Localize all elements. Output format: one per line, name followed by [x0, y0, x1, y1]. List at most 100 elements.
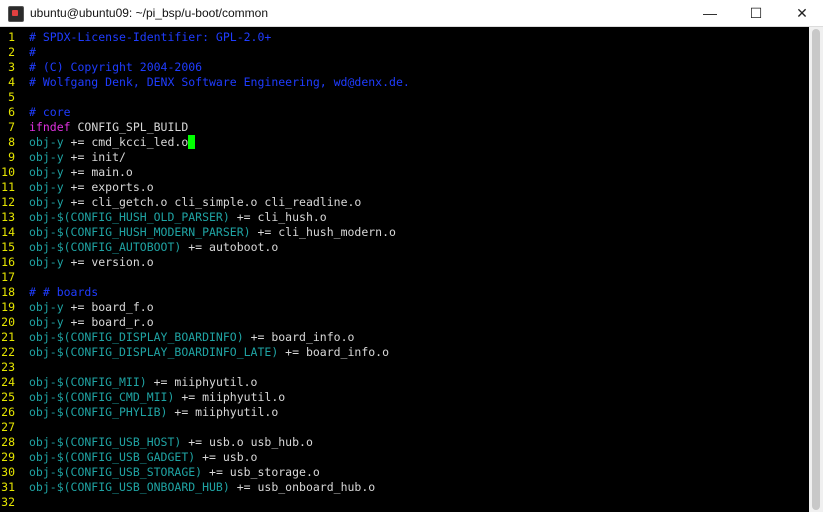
line-number: 30	[1, 465, 15, 479]
code-variable: obj-y	[29, 300, 64, 314]
vertical-scrollbar[interactable]	[809, 27, 823, 512]
line-number: 13	[1, 210, 15, 224]
close-button[interactable]: ✕	[779, 0, 823, 26]
code-text: += board_info.o	[243, 330, 355, 344]
code-text: += cli_hush_modern.o	[250, 225, 396, 239]
code-variable: obj-$(CONFIG_AUTOBOOT)	[29, 240, 182, 254]
code-text: += autoboot.o	[181, 240, 279, 254]
code-variable: obj-y	[29, 315, 64, 329]
editor-line: 6 # core	[0, 105, 71, 120]
code-text: += init/	[63, 150, 126, 164]
code-variable: obj-y	[29, 165, 64, 179]
scrollbar-thumb[interactable]	[812, 29, 820, 510]
code-text: += main.o	[63, 165, 133, 179]
code-variable: obj-$(CONFIG_HUSH_OLD_PARSER)	[29, 210, 230, 224]
editor-line: 18 # # boards	[0, 285, 98, 300]
editor-line: 19 obj-y += board_f.o	[0, 300, 154, 315]
line-number: 5	[8, 90, 15, 104]
code-variable: obj-y	[29, 180, 64, 194]
code-text: += usb_onboard_hub.o	[229, 480, 376, 494]
editor-line: 7 ifndef CONFIG_SPL_BUILD	[0, 120, 188, 135]
line-number: 8	[8, 135, 15, 149]
code-variable: obj-$(CONFIG_MII)	[29, 375, 147, 389]
editor-line: 24 obj-$(CONFIG_MII) += miiphyutil.o	[0, 375, 257, 390]
code-keyword: ifndef	[29, 120, 71, 134]
line-number: 16	[1, 255, 15, 269]
editor-line: 12 obj-y += cli_getch.o cli_simple.o cli_…	[0, 195, 361, 210]
editor-line: 21 obj-$(CONFIG_DISPLAY_BOARDINFO) += boa…	[0, 330, 354, 345]
line-number: 21	[1, 330, 15, 344]
editor-line: 32	[0, 495, 29, 510]
code-variable: obj-$(CONFIG_HUSH_MODERN_PARSER)	[29, 225, 251, 239]
line-number: 2	[8, 45, 15, 59]
code-variable: obj-y	[29, 255, 64, 269]
code-text: += board_f.o	[63, 300, 154, 314]
line-number: 26	[1, 405, 15, 419]
code-variable: obj-$(CONFIG_DISPLAY_BOARDINFO_LATE)	[29, 345, 279, 359]
editor-line: 11 obj-y += exports.o	[0, 180, 154, 195]
editor-line: 14 obj-$(CONFIG_HUSH_MODERN_PARSER) += cl…	[0, 225, 396, 240]
line-number: 19	[1, 300, 15, 314]
code-variable: obj-$(CONFIG_PHYLIB)	[29, 405, 168, 419]
editor-line: 27	[0, 420, 29, 435]
code-text: += usb.o	[195, 450, 258, 464]
code-text: += exports.o	[63, 180, 154, 194]
code-comment: #	[29, 45, 36, 59]
code-text: += version.o	[63, 255, 154, 269]
editor-line: 30 obj-$(CONFIG_USB_STORAGE) += usb_stora…	[0, 465, 320, 480]
code-text: += cli_hush.o	[229, 210, 327, 224]
editor-line: 2 #	[0, 45, 36, 60]
line-number: 3	[8, 60, 15, 74]
maximize-button[interactable]: ☐	[733, 0, 779, 26]
code-comment: # core	[29, 105, 71, 119]
line-number: 9	[8, 150, 15, 164]
code-text: += board_info.o	[278, 345, 390, 359]
title-bar[interactable]: ubuntu@ubuntu09: ~/pi_bsp/u-boot/common …	[0, 0, 823, 27]
line-number: 25	[1, 390, 15, 404]
text-cursor	[188, 135, 196, 149]
code-text: += usb_storage.o	[202, 465, 320, 479]
line-number: 7	[8, 120, 15, 134]
editor-line: 20 obj-y += board_r.o	[0, 315, 154, 330]
code-text: += cmd_kcci_led.o	[63, 135, 189, 149]
code-text: CONFIG_SPL_BUILD	[70, 120, 189, 134]
line-number: 28	[1, 435, 15, 449]
line-number: 4	[8, 75, 15, 89]
editor-line: 8 obj-y += cmd_kcci_led.o	[0, 135, 196, 150]
editor-line: 29 obj-$(CONFIG_USB_GADGET) += usb.o	[0, 450, 257, 465]
line-number: 14	[1, 225, 15, 239]
code-text: += board_r.o	[63, 315, 154, 329]
editor-line: 31 obj-$(CONFIG_USB_ONBOARD_HUB) += usb_o…	[0, 480, 375, 495]
line-number: 20	[1, 315, 15, 329]
code-comment: # # boards	[29, 285, 99, 299]
editor-line: 26 obj-$(CONFIG_PHYLIB) += miiphyutil.o	[0, 405, 278, 420]
editor-line: 4 # Wolfgang Denk, DENX Software Engineer…	[0, 75, 410, 90]
code-text: += miiphyutil.o	[174, 390, 286, 404]
window-title: ubuntu@ubuntu09: ~/pi_bsp/u-boot/common	[30, 6, 269, 20]
terminal-app-icon	[8, 6, 24, 22]
minimize-button[interactable]: —	[687, 0, 733, 26]
line-number: 6	[8, 105, 15, 119]
editor-line: 22 obj-$(CONFIG_DISPLAY_BOARDINFO_LATE) +…	[0, 345, 389, 360]
editor-line: 16 obj-y += version.o	[0, 255, 154, 270]
editor-line: 13 obj-$(CONFIG_HUSH_OLD_PARSER) += cli_h…	[0, 210, 327, 225]
code-variable: obj-y	[29, 195, 64, 209]
code-variable: obj-y	[29, 135, 64, 149]
code-variable: obj-y	[29, 150, 64, 164]
line-number: 32	[1, 495, 15, 509]
line-number: 1	[8, 30, 15, 44]
terminal-editor[interactable]: 1 # SPDX-License-Identifier: GPL-2.0+ 2 #3 #…	[0, 27, 809, 512]
line-number: 27	[1, 420, 15, 434]
line-number: 24	[1, 375, 15, 389]
line-number: 29	[1, 450, 15, 464]
code-comment: # SPDX-License-Identifier: GPL-2.0+	[29, 30, 272, 44]
code-comment: # Wolfgang Denk, DENX Software Engineeri…	[29, 75, 410, 89]
editor-line: 3 # (C) Copyright 2004-2006	[0, 60, 202, 75]
code-comment: # (C) Copyright 2004-2006	[29, 60, 203, 74]
code-variable: obj-$(CONFIG_USB_STORAGE)	[29, 465, 203, 479]
line-number: 18	[1, 285, 15, 299]
editor-line: 1 # SPDX-License-Identifier: GPL-2.0+	[0, 30, 271, 45]
code-text: += miiphyutil.o	[146, 375, 258, 389]
editor-line: 25 obj-$(CONFIG_CMD_MII) += miiphyutil.o	[0, 390, 285, 405]
line-number: 15	[1, 240, 15, 254]
